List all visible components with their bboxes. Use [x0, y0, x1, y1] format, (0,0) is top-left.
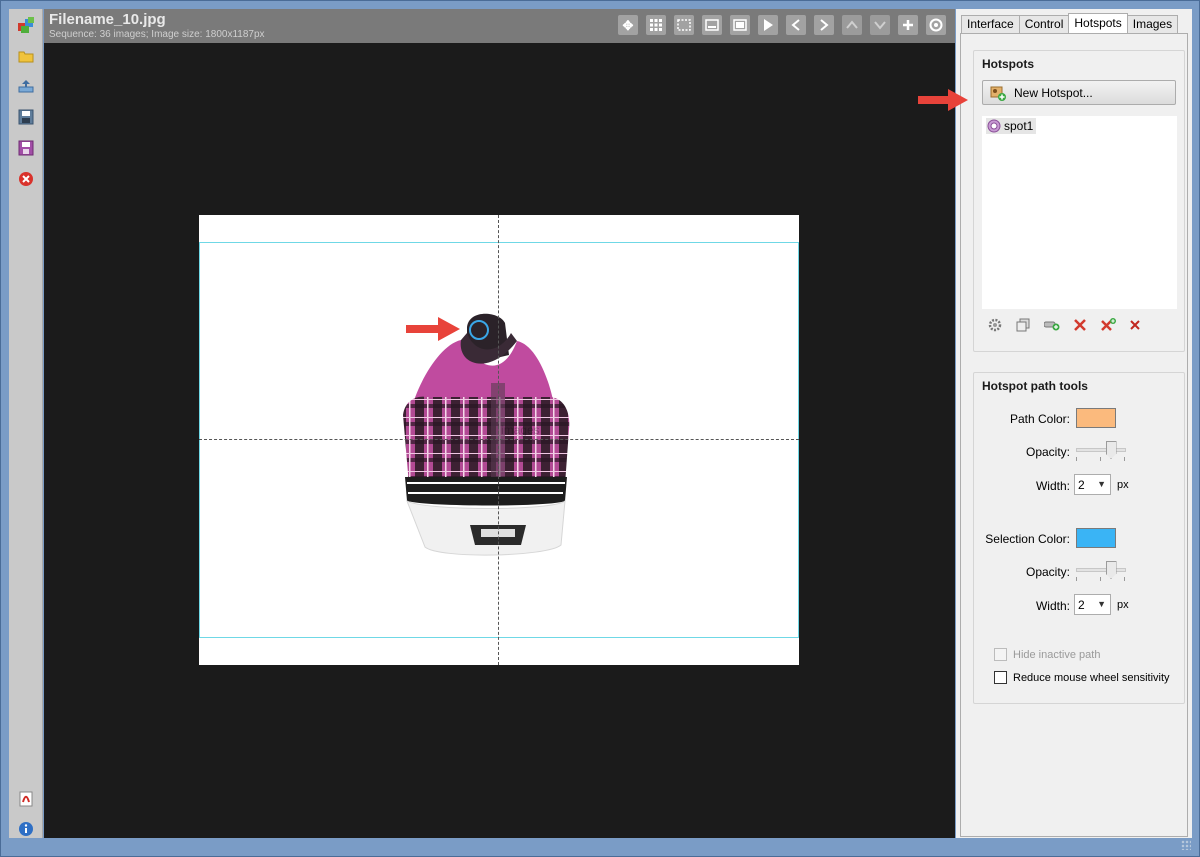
new-hotspot-icon — [990, 86, 1006, 101]
properties-panel: Interface Control Hotspots Images Hotspo… — [918, 9, 1192, 838]
panel-tabs: Interface Control Hotspots Images — [961, 13, 1179, 33]
delete-add-icon[interactable] — [1099, 316, 1117, 334]
path-opacity-ticks — [1076, 457, 1126, 461]
selection-width-select[interactable]: 2 ▼ — [1074, 594, 1111, 615]
hotspots-tab-page: Hotspots New Hotspot... spot1 Hotspot pa… — [960, 33, 1188, 837]
callout-arrow-icon — [406, 317, 460, 341]
save-icon[interactable] — [16, 138, 36, 158]
fit-screen-icon[interactable] — [730, 15, 750, 35]
selection-width-value: 2 — [1078, 597, 1085, 612]
list-item[interactable]: spot1 — [986, 118, 1037, 134]
chevron-down-icon: ▼ — [1097, 479, 1106, 489]
selection-color-label: Selection Color: — [985, 532, 1070, 546]
hotspot-name: spot1 — [1004, 119, 1034, 133]
image-viewer[interactable]: images — [44, 43, 955, 838]
add-path-icon[interactable] — [1043, 316, 1061, 334]
selection-width-unit: px — [1117, 599, 1129, 611]
add-image-icon[interactable] — [16, 15, 36, 35]
path-width-unit: px — [1117, 479, 1129, 491]
file-title: Filename_10.jpg — [49, 11, 166, 28]
hotspots-group-title: Hotspots — [982, 57, 1034, 71]
reduce-wheel-checkbox[interactable] — [994, 671, 1007, 684]
callout-arrow-icon — [918, 89, 968, 111]
path-tools-title: Hotspot path tools — [982, 379, 1088, 393]
hide-inactive-checkbox[interactable] — [994, 648, 1007, 661]
move-crosshair-icon[interactable]: ✥ — [618, 15, 638, 35]
info-icon[interactable] — [16, 819, 36, 839]
hotspot-marker[interactable] — [469, 320, 489, 340]
path-opacity-label: Opacity: — [1025, 445, 1070, 459]
play-icon[interactable] — [758, 15, 778, 35]
selection-width-label: Width: — [1035, 599, 1070, 613]
app-window: Filename_10.jpg Sequence: 36 images; Ima… — [0, 0, 1200, 857]
fit-width-icon[interactable] — [702, 15, 722, 35]
up-icon[interactable] — [842, 15, 862, 35]
hide-inactive-option[interactable]: Hide inactive path — [994, 648, 1100, 661]
path-width-value: 2 — [1078, 477, 1085, 492]
path-tools-group: Hotspot path tools Path Color: Opacity: … — [973, 372, 1185, 704]
sequence-info: Sequence: 36 images; Image size: 1800x11… — [49, 29, 265, 40]
path-color-swatch[interactable] — [1076, 408, 1116, 428]
hotspot-list[interactable]: spot1 — [982, 116, 1177, 309]
tab-control[interactable]: Control — [1018, 15, 1070, 33]
reduce-wheel-label: Reduce mouse wheel sensitivity — [1013, 671, 1170, 684]
next-icon[interactable] — [814, 15, 834, 35]
selection-opacity-slider[interactable] — [1076, 568, 1126, 572]
tab-interface[interactable]: Interface — [961, 15, 1020, 33]
path-color-label: Path Color: — [1009, 412, 1070, 426]
down-icon[interactable] — [870, 15, 890, 35]
settings-gear-icon[interactable] — [986, 316, 1004, 334]
delete-path-icon[interactable] — [1071, 316, 1089, 334]
new-hotspot-button[interactable]: New Hotspot... — [982, 80, 1176, 105]
image-canvas[interactable]: images — [199, 215, 799, 665]
hotspots-group: Hotspots New Hotspot... spot1 — [973, 50, 1185, 352]
path-width-select[interactable]: 2 ▼ — [1074, 474, 1111, 495]
open-folder-icon[interactable] — [16, 46, 36, 66]
center-guide-vertical — [498, 215, 499, 665]
duplicate-icon[interactable] — [1014, 316, 1032, 334]
selection-color-swatch[interactable] — [1076, 528, 1116, 548]
target-icon[interactable] — [926, 15, 946, 35]
path-width-label: Width: — [1035, 479, 1070, 493]
close-project-icon[interactable] — [16, 169, 36, 189]
reduce-wheel-option[interactable]: Reduce mouse wheel sensitivity — [994, 671, 1170, 684]
hide-inactive-label: Hide inactive path — [1013, 648, 1101, 661]
selection-opacity-ticks — [1076, 577, 1126, 581]
new-hotspot-label: New Hotspot... — [1014, 85, 1093, 100]
save-disk-icon[interactable] — [16, 107, 36, 127]
grid-icon[interactable] — [646, 15, 666, 35]
tab-images[interactable]: Images — [1126, 15, 1179, 33]
prev-icon[interactable] — [786, 15, 806, 35]
shoe-image — [403, 313, 570, 556]
center-guide-horizontal — [199, 439, 799, 440]
resize-grip[interactable] — [1181, 840, 1191, 850]
remove-hotspot-icon[interactable] — [1126, 316, 1144, 334]
pdf-icon[interactable] — [16, 789, 36, 809]
select-rect-icon[interactable] — [674, 15, 694, 35]
selection-opacity-label: Opacity: — [1025, 565, 1070, 579]
left-toolbar — [9, 9, 43, 838]
path-opacity-slider[interactable] — [1076, 448, 1126, 452]
viewer-header: Filename_10.jpg Sequence: 36 images; Ima… — [44, 9, 955, 43]
tab-hotspots[interactable]: Hotspots — [1068, 13, 1128, 33]
upload-icon[interactable] — [16, 76, 36, 96]
hotspot-target-icon — [987, 119, 1001, 133]
watermark: images — [501, 423, 540, 437]
chevron-down-icon: ▼ — [1097, 599, 1106, 609]
add-icon[interactable] — [898, 15, 918, 35]
